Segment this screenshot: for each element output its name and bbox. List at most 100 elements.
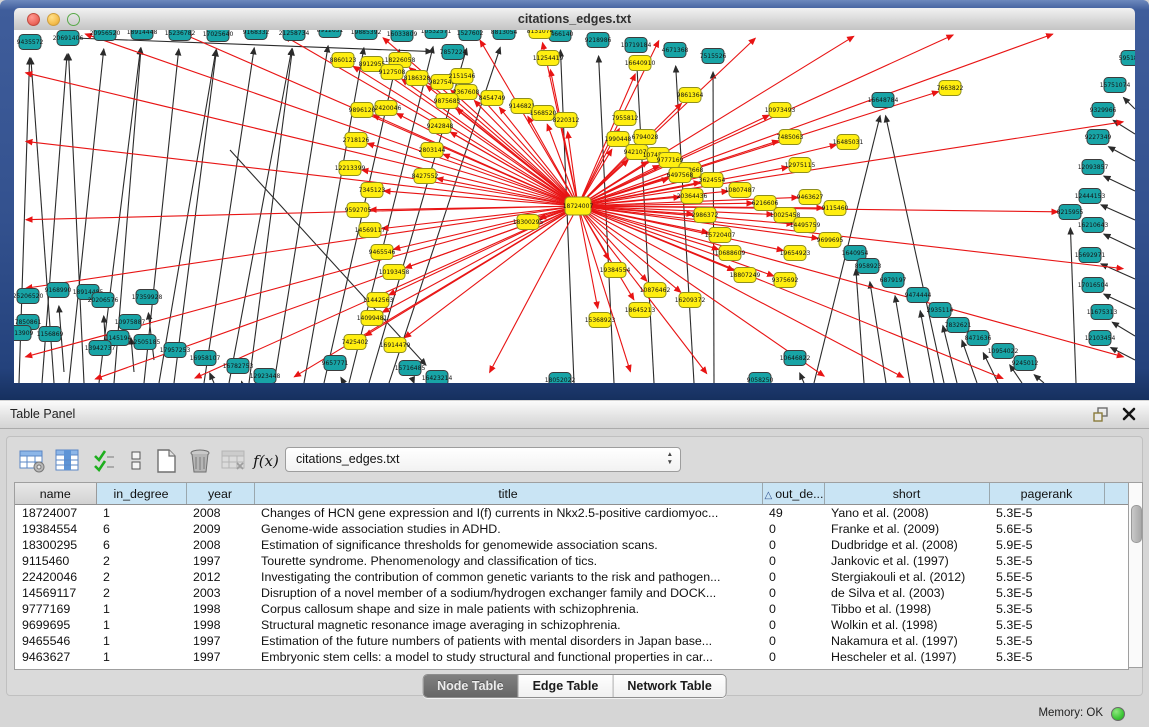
graph-node[interactable]: 17025640 — [203, 30, 234, 42]
graph-node[interactable]: 7515526 — [700, 49, 727, 64]
graph-node[interactable]: 18300295 — [513, 215, 544, 230]
graph-node[interactable]: 1990448 — [605, 132, 632, 147]
graph-node[interactable]: 10973493 — [765, 103, 796, 118]
graph-node[interactable]: 9699695 — [817, 233, 844, 248]
graph-node[interactable]: 16209372 — [675, 293, 706, 308]
column-header-title[interactable]: title — [254, 483, 762, 505]
function-builder-icon[interactable]: f(x) — [251, 446, 281, 476]
graph-node[interactable]: 2986372 — [692, 208, 719, 223]
table-settings-icon[interactable] — [17, 446, 47, 476]
graph-node[interactable]: 12444153 — [1075, 189, 1106, 204]
column-header-in_degree[interactable]: in_degree — [96, 483, 186, 505]
graph-node[interactable]: 15692971 — [1075, 248, 1106, 263]
graph-node[interactable]: 5951804 — [1119, 51, 1135, 66]
graph-node[interactable]: 20956520 — [90, 30, 121, 41]
graph-node[interactable]: 6794028 — [632, 130, 659, 145]
graph-node[interactable]: 12093857 — [1078, 160, 1109, 175]
graph-node[interactable]: 12103454 — [1085, 331, 1116, 346]
graph-node[interactable]: 8427552 — [412, 169, 439, 184]
graph-node[interactable]: 10807487 — [725, 183, 756, 198]
graph-node[interactable]: 8186328 — [404, 71, 431, 86]
delete-trash-icon[interactable] — [185, 446, 215, 476]
graph-node[interactable]: 19384554 — [600, 263, 631, 278]
graph-node[interactable]: 9861364 — [677, 88, 704, 103]
graph-node[interactable]: 7485063 — [777, 130, 804, 145]
graph-node[interactable]: 7345123 — [359, 183, 386, 198]
graph-node[interactable]: 10719184 — [621, 38, 652, 53]
graph-node[interactable]: 8958923 — [855, 259, 882, 274]
graph-node[interactable]: 8860123 — [330, 53, 357, 68]
table-row[interactable]: 2242004622012Investigating the contribut… — [15, 569, 1128, 585]
table-scrollbar[interactable] — [1128, 482, 1143, 668]
graph-node[interactable]: 9168332 — [243, 30, 270, 40]
graph-node[interactable]: 9242848 — [427, 119, 454, 134]
graph-node[interactable]: 6216606 — [752, 196, 779, 211]
graph-node[interactable]: 18807249 — [730, 268, 761, 283]
tab-edge-table[interactable]: Edge Table — [519, 675, 614, 697]
graph-node[interactable]: 17359928 — [132, 290, 163, 305]
graph-node[interactable]: 15720407 — [705, 228, 736, 243]
graph-node[interactable]: 9218986 — [585, 33, 612, 48]
table-row[interactable]: 1830029562008Estimation of significance … — [15, 537, 1128, 553]
graph-node[interactable]: 6879197 — [880, 273, 907, 288]
graph-node[interactable]: 3913909 — [14, 326, 34, 341]
row-height-icon[interactable] — [121, 446, 151, 476]
graph-node[interactable]: 2718126 — [343, 133, 370, 148]
graph-node[interactable]: 10532571 — [421, 30, 452, 39]
tab-network-table[interactable]: Network Table — [613, 675, 726, 697]
graph-node[interactable]: 13942737 — [85, 341, 116, 356]
graph-node[interactable]: 7857224 — [440, 45, 467, 60]
graph-node[interactable]: 8471636 — [965, 331, 992, 346]
graph-node[interactable]: 9227349 — [1085, 130, 1112, 145]
graph-node[interactable]: 18645213 — [625, 303, 656, 318]
memory-status-icon[interactable] — [1111, 707, 1125, 721]
column-header-pagerank[interactable]: pagerank — [989, 483, 1104, 505]
graph-node[interactable]: 10975887 — [115, 315, 146, 330]
column-header-year[interactable]: year — [186, 483, 254, 505]
graph-node[interactable]: 12975115 — [785, 158, 816, 173]
graph-node[interactable]: 15236782 — [165, 30, 196, 41]
graph-node[interactable]: 8454749 — [479, 91, 506, 106]
graph-node[interactable]: 18724007 — [563, 197, 594, 215]
graph-node[interactable]: 9465546 — [369, 245, 396, 260]
graph-node[interactable]: 4671368 — [662, 43, 689, 58]
graph-node[interactable]: 1156869 — [37, 327, 64, 342]
graph-node[interactable]: 8912631 — [317, 30, 344, 38]
graph-node[interactable]: 11675313 — [1087, 305, 1118, 320]
graph-node[interactable]: 11254419 — [533, 51, 564, 66]
graph-node[interactable]: 16033809 — [387, 30, 418, 42]
graph-node[interactable]: 9375692 — [772, 273, 799, 288]
graph-node[interactable]: 9058250 — [747, 373, 774, 384]
new-document-icon[interactable] — [151, 446, 181, 476]
graph-node[interactable]: 7955812 — [612, 111, 639, 126]
graph-node[interactable]: 18052022 — [545, 373, 576, 384]
graph-node[interactable]: 16914479 — [380, 338, 411, 353]
graph-node[interactable]: 11442563 — [363, 293, 394, 308]
table-row[interactable]: 1938455462009Genome-wide association stu… — [15, 521, 1128, 537]
graph-node[interactable]: 10688609 — [715, 246, 746, 261]
graph-node[interactable]: 12505185 — [130, 335, 161, 350]
table-row[interactable]: 1872400712008Changes of HCN gene express… — [15, 505, 1128, 522]
graph-node[interactable]: 9463627 — [797, 190, 824, 205]
graph-node[interactable]: 15716485 — [395, 361, 426, 376]
graph-node[interactable]: 1527602 — [457, 30, 484, 41]
select-rows-icon[interactable] — [89, 446, 119, 476]
table-column-icon[interactable] — [53, 446, 83, 476]
close-panel-icon[interactable] — [1121, 406, 1137, 422]
graph-node[interactable]: 9168990 — [45, 283, 72, 298]
graph-node[interactable]: 21258734 — [279, 30, 310, 41]
column-header-out_de[interactable]: △out_de... — [762, 483, 824, 505]
graph-node[interactable]: 10193458 — [379, 265, 410, 280]
graph-node[interactable]: 15368923 — [585, 313, 616, 328]
graph-node[interactable]: 12923448 — [250, 369, 281, 384]
tab-node-table[interactable]: Node Table — [423, 675, 518, 697]
table-row[interactable]: 946362711997Embryonic stem cells: a mode… — [15, 649, 1128, 665]
graph-node[interactable]: 2935114 — [927, 303, 954, 318]
graph-node[interactable]: 17957253 — [160, 343, 191, 358]
graph-node[interactable]: 9245012 — [1012, 356, 1039, 371]
table-row[interactable]: 977716911998Corpus callosum shape and si… — [15, 601, 1128, 617]
graph-node[interactable]: 9657771 — [322, 356, 349, 371]
graph-node[interactable]: 9435572 — [17, 35, 44, 50]
graph-node[interactable]: 9115460 — [822, 201, 849, 216]
graph-node[interactable]: 12213399 — [335, 161, 366, 176]
